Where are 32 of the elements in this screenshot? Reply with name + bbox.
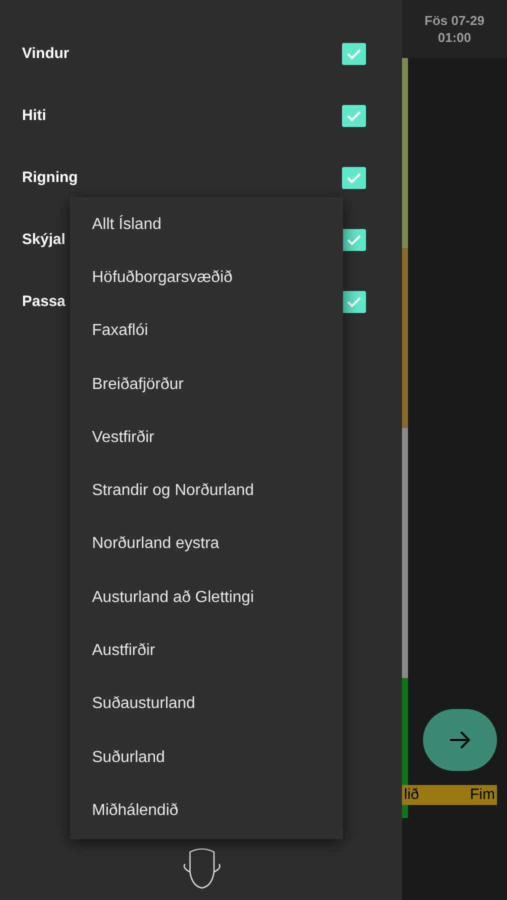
layer-checkbox[interactable] xyxy=(342,291,366,313)
region-menu-item[interactable]: Strandir og Norðurland xyxy=(70,464,343,518)
checkmark-icon xyxy=(346,172,362,184)
arrow-right-icon xyxy=(448,730,472,750)
layer-label: Skýjal xyxy=(22,231,66,249)
region-menu-item[interactable]: Vestfirðir xyxy=(70,411,343,464)
region-menu-item[interactable]: Miðhálendið xyxy=(70,784,343,838)
region-menu-item[interactable]: Allt Ísland xyxy=(70,198,343,252)
layer-label: Passa xyxy=(22,293,66,311)
layer-label: Rigning xyxy=(22,169,78,187)
day-label: Fim xyxy=(470,786,495,804)
checkmark-icon xyxy=(346,48,362,60)
checkmark-icon xyxy=(346,110,362,122)
layer-checkbox[interactable] xyxy=(342,229,366,251)
region-menu-item[interactable]: Breiðafjörður xyxy=(70,358,343,412)
region-menu-item[interactable]: Suðausturland xyxy=(70,678,343,731)
layer-checkbox[interactable] xyxy=(342,43,366,65)
checkmark-icon xyxy=(346,234,362,246)
region-menu-item[interactable]: Austfirðir xyxy=(70,624,343,678)
layer-checkbox[interactable] xyxy=(342,167,366,189)
layer-checkbox[interactable] xyxy=(342,105,366,127)
day-label: lið xyxy=(404,786,420,804)
region-menu-item[interactable]: Höfuðborgarsvæðið xyxy=(70,251,343,305)
layer-label: Hiti xyxy=(22,107,46,125)
region-menu-item[interactable]: Austurland að Glettingi xyxy=(70,571,343,624)
region-menu-item[interactable]: Norðurland eystra xyxy=(70,518,343,572)
region-menu-item[interactable]: Faxaflói xyxy=(70,304,343,358)
layer-label: Vindur xyxy=(22,45,70,63)
time-label: 01:00 xyxy=(438,29,472,46)
checkmark-icon xyxy=(346,296,362,308)
region-menu-item[interactable]: Suðurland xyxy=(70,730,343,784)
date-label: Fös 07-29 xyxy=(424,12,484,29)
